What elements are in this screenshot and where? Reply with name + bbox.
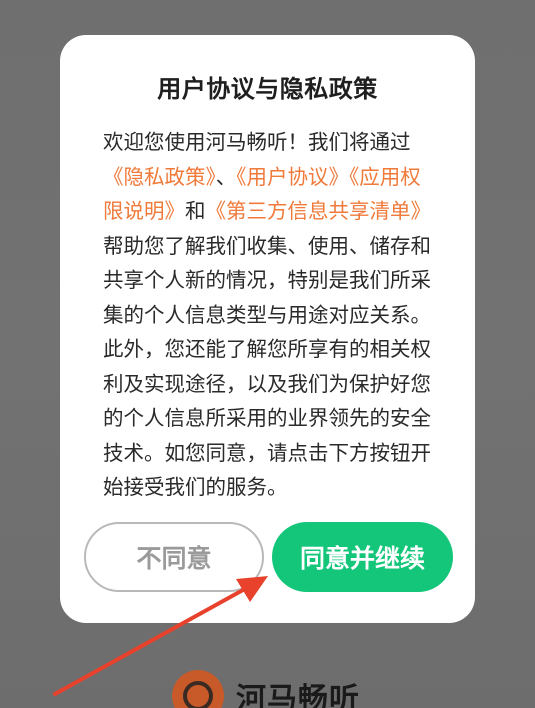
dialog-body: 欢迎您使用河马畅听！我们将通过《隐私政策》、《用户协议》《应用权限说明》和《第三… [103, 125, 436, 505]
headphones-logo-icon [172, 670, 224, 708]
user-agreement-link[interactable]: 《用户协议》 [236, 165, 349, 189]
body-rest-text: 帮助您了解我们收集、使用、储存和共享个人新的情况，特别是我们所采集的个人信息类型… [103, 233, 431, 500]
third-party-list-link[interactable]: 《第三方信息共享清单》 [206, 199, 432, 223]
privacy-policy-link[interactable]: 《隐私政策》 [103, 165, 216, 189]
decline-button[interactable]: 不同意 [84, 522, 264, 592]
privacy-dialog: 用户协议与隐私政策 欢迎您使用河马畅听！我们将通过《隐私政策》、《用户协议》《应… [60, 35, 475, 623]
separator-text: 、 [215, 164, 237, 189]
brand-name: 河马畅听 [236, 682, 360, 708]
intro-text: 欢迎您使用河马畅听！我们将通过 [103, 130, 411, 154]
dialog-title: 用户协议与隐私政策 [157, 75, 378, 103]
brand-bar: 河马畅听 [172, 668, 360, 708]
accept-continue-button[interactable]: 同意并继续 [272, 522, 453, 592]
and-text: 和 [185, 199, 206, 223]
